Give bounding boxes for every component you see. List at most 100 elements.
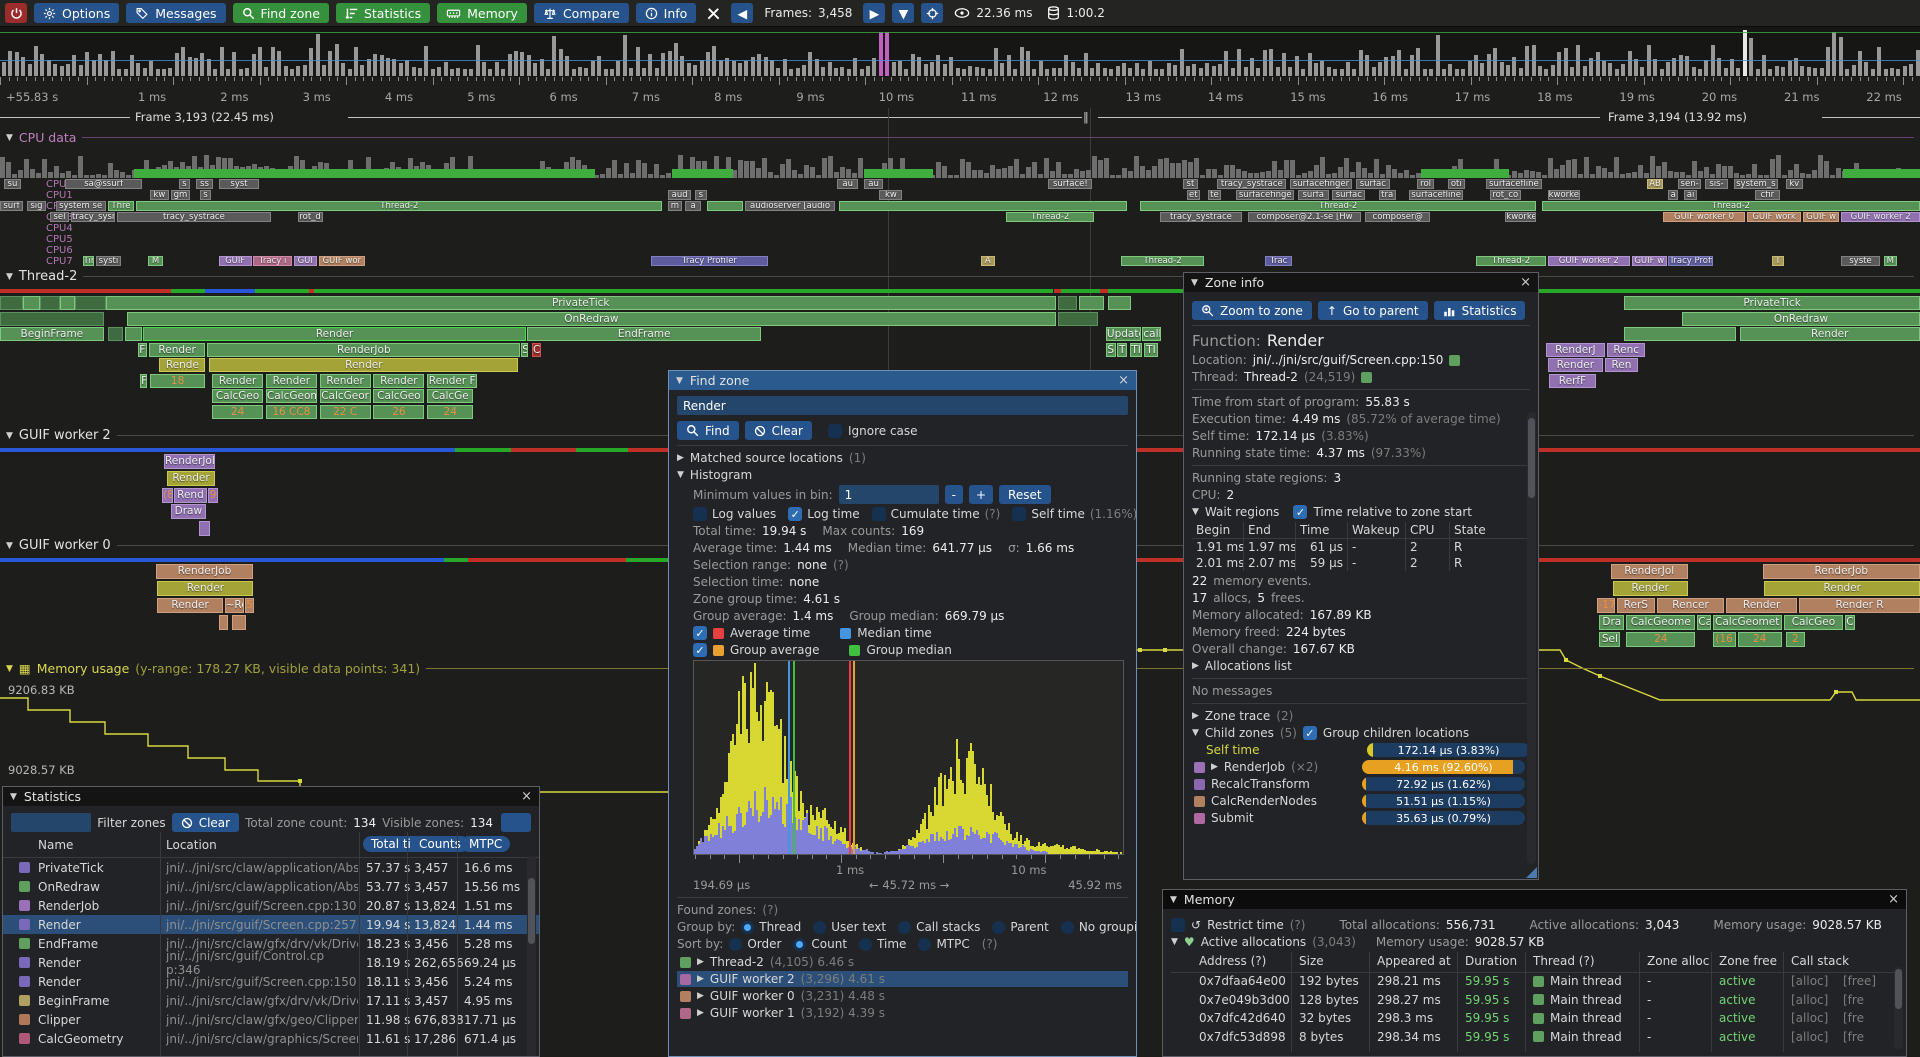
cpu-zone[interactable]: rol xyxy=(1417,179,1434,189)
timeline-zone[interactable]: CalcGeo xyxy=(373,389,424,403)
timeline-zone[interactable] xyxy=(75,296,106,310)
wait-table-row[interactable]: 2.01 ms2.07 ms59 µs-2R xyxy=(1192,555,1530,571)
timeline-zone[interactable]: C xyxy=(532,343,542,357)
cpu-zone[interactable]: Tracy Profiler xyxy=(651,256,768,266)
cpu-zone[interactable]: audioserver [audio xyxy=(745,201,835,211)
timeline-zone[interactable]: TI xyxy=(1130,343,1142,357)
close-icon[interactable]: × xyxy=(1520,275,1531,290)
statistics-button[interactable]: Statistics xyxy=(1434,301,1526,320)
timeline-zone[interactable]: Render F xyxy=(427,374,477,388)
cpu-zone[interactable]: kworke xyxy=(1548,190,1581,200)
next-frame-button[interactable]: ▶ xyxy=(863,3,885,23)
axis-range[interactable]: ← 45.72 ms → xyxy=(750,878,1068,892)
cpu-zone[interactable]: Thread-2 xyxy=(1476,256,1545,266)
statistics-titlebar[interactable]: ▼ Statistics × xyxy=(3,787,539,806)
child-zones-label[interactable]: Child zones xyxy=(1205,726,1274,740)
option-checkbox[interactable]: Self time(1.16%) xyxy=(1012,507,1136,521)
close-icon[interactable]: × xyxy=(1888,892,1899,907)
tools-icon[interactable] xyxy=(703,6,724,21)
timeline-zone[interactable]: 5 xyxy=(245,598,255,613)
timeline-zone[interactable]: Render xyxy=(167,471,215,486)
timeline-zone[interactable]: (16 xyxy=(1713,632,1736,647)
timeline-zone[interactable]: 16 CC8 xyxy=(266,405,317,419)
timeline-zone[interactable]: Render xyxy=(157,581,253,596)
timeline-zone[interactable]: RenderJol xyxy=(1611,564,1688,579)
timeline-zone[interactable]: CalcGeo xyxy=(1784,615,1844,630)
timeline-zone[interactable]: Update xyxy=(1106,327,1142,341)
cpu-zone[interactable]: AB xyxy=(1647,179,1662,189)
power-button[interactable] xyxy=(5,3,27,23)
compare-button[interactable]: Compare xyxy=(534,3,629,23)
allocation-row[interactable]: 0x7e049b3d00128 bytes298.27 ms59.95 sMai… xyxy=(1171,992,1898,1011)
bin-plus-button[interactable]: + xyxy=(969,485,993,504)
timeline-zone[interactable]: OnRedraw xyxy=(1682,312,1920,326)
cpu-zone[interactable]: ss xyxy=(196,179,213,189)
zone-group-row[interactable]: ▶GUIF worker 1(3,192) 4.39 s xyxy=(677,1005,1128,1021)
cpu-zone[interactable] xyxy=(839,201,1127,211)
cpu-zone[interactable]: I xyxy=(1772,256,1784,266)
histogram-label[interactable]: Histogram xyxy=(690,468,752,482)
cpu-zone[interactable]: tracy_systrace xyxy=(1160,212,1243,222)
cpu-zone[interactable]: te xyxy=(1208,190,1221,200)
timeline-zone[interactable]: Render xyxy=(1764,581,1920,596)
timeline-zone[interactable]: RerS xyxy=(1617,598,1655,613)
bin-minus-button[interactable]: - xyxy=(945,485,963,504)
collapse-icon[interactable]: ▼ xyxy=(1191,278,1198,288)
radio-option[interactable]: User text xyxy=(813,920,886,934)
timeline-zone[interactable]: RenderJob xyxy=(156,564,254,579)
zone-trace-label[interactable]: Zone trace xyxy=(1205,709,1270,723)
child-zone-row[interactable]: CalcRenderNodes51.51 µs (1.15%) xyxy=(1192,794,1530,808)
close-icon[interactable]: × xyxy=(521,789,532,804)
timeline-zone[interactable]: Ca xyxy=(1697,615,1710,630)
cpu-zone[interactable]: surfacefinger xyxy=(1290,179,1351,189)
options-button[interactable]: Options xyxy=(34,3,119,23)
timeline-zone[interactable]: Render xyxy=(157,598,222,613)
table-row[interactable]: RenderJobjni/../jni/src/guif/Screen.cpp:… xyxy=(3,896,539,915)
option-checkbox[interactable]: Log values xyxy=(693,507,776,521)
cpu-zone[interactable]: tracy_sysn xyxy=(71,212,115,222)
cpu-zone[interactable]: surfacefinge xyxy=(1236,190,1294,200)
time-ruler[interactable]: +55.83 s1 ms2 ms3 ms4 ms5 ms6 ms7 ms8 ms… xyxy=(0,77,1920,108)
collapse-icon[interactable]: ▼ xyxy=(10,792,17,802)
time-relative-checkbox[interactable]: ✓ xyxy=(1293,505,1307,519)
legend-checkbox[interactable]: ✓ xyxy=(693,643,707,657)
cpu-zone[interactable] xyxy=(707,201,743,211)
timeline-zone[interactable]: PrivateTick xyxy=(1624,296,1920,310)
zoom-to-zone-button[interactable]: Zoom to zone xyxy=(1192,301,1312,320)
timeline-zone[interactable] xyxy=(1108,296,1131,310)
child-zone-row[interactable]: Submit35.63 µs (0.79%) xyxy=(1192,811,1530,825)
zone-group-row[interactable]: ▶Thread-2(4,105) 6.46 s xyxy=(677,954,1128,970)
timeline-zone[interactable] xyxy=(1058,312,1098,326)
timeline-zone[interactable] xyxy=(199,521,210,536)
radio-option[interactable]: MTPC xyxy=(918,937,969,951)
timeline-zone[interactable]: T xyxy=(1117,343,1127,357)
clipped-button[interactable] xyxy=(501,813,531,832)
cpu-zone[interactable]: kw xyxy=(879,190,902,200)
cpu-zone[interactable]: tracy_systrace xyxy=(1217,179,1286,189)
min-bin-input[interactable]: 1 xyxy=(839,485,939,504)
cpu-zone[interactable]: system_s xyxy=(1734,179,1778,189)
collapse-icon[interactable]: ▼ xyxy=(1192,507,1199,517)
timeline-zone[interactable]: Render R xyxy=(1799,598,1920,613)
timeline-zone[interactable] xyxy=(125,327,142,341)
cpu-zone[interactable]: a xyxy=(685,201,700,211)
cpu-zone[interactable]: Tir xyxy=(83,256,95,266)
cpu-zone[interactable]: aud xyxy=(668,190,691,200)
cpu-zone[interactable]: rot_d xyxy=(298,212,323,222)
timeline-zone[interactable]: Rende xyxy=(159,358,205,372)
cpu-zone[interactable]: sis- xyxy=(1705,179,1728,189)
frame-markers-row[interactable]: Frame 3,193 (22.45 ms)‖Frame 3,194 (13.9… xyxy=(0,108,1920,127)
timeline-zone[interactable]: (8 xyxy=(162,488,173,503)
cpu-zone[interactable]: et xyxy=(1187,190,1200,200)
cpu-zone[interactable]: ai xyxy=(1684,190,1697,200)
cpu-zone[interactable]: Thread-2 xyxy=(1006,212,1094,222)
cpu-zone[interactable]: surfac xyxy=(1332,190,1365,200)
timeline-zone[interactable]: RenderJob xyxy=(207,343,520,357)
timeline-zone[interactable]: BeginFrame xyxy=(0,327,104,341)
cpu-zone[interactable]: m xyxy=(668,201,681,211)
cpu-zone[interactable]: GUIF wor xyxy=(319,256,365,266)
timeline-zone[interactable]: RenderJol xyxy=(164,454,215,469)
timeline-zone[interactable]: Render xyxy=(266,374,317,388)
allocation-row[interactable]: 0x7dfc42d64032 bytes298.3 ms59.95 sMain … xyxy=(1171,1010,1898,1029)
timeline-zone[interactable]: PrivateTick xyxy=(106,296,1056,310)
